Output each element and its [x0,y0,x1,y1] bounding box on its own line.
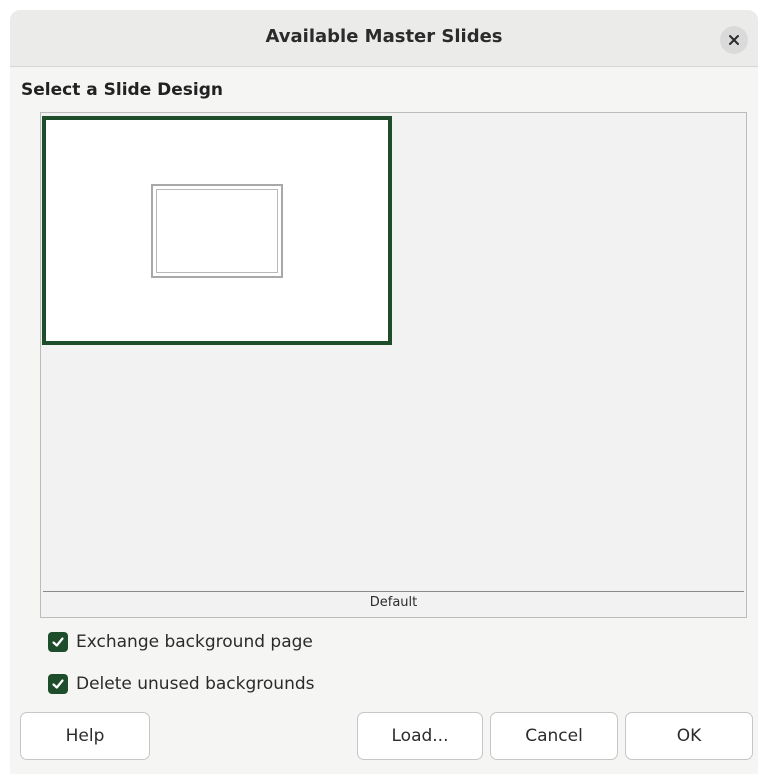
title-bar: Available Master Slides [10,10,758,67]
load-button[interactable]: Load... [357,712,483,760]
exchange-background-option[interactable]: Exchange background page [48,632,313,652]
exchange-background-checkbox[interactable] [48,632,68,652]
checkmark-icon [52,637,64,647]
slide-preview-frame [151,184,283,278]
slide-design-panel[interactable]: Default [40,112,747,618]
panel-separator [43,591,744,592]
help-button[interactable]: Help [20,712,150,760]
delete-unused-label: Delete unused backgrounds [76,674,315,694]
section-label: Select a Slide Design [21,80,224,100]
slide-preview-inner-frame [156,189,278,273]
checkmark-icon [52,679,64,689]
close-icon [729,35,739,45]
slide-design-thumbnail-default[interactable] [42,116,392,345]
delete-unused-option[interactable]: Delete unused backgrounds [48,674,315,694]
delete-unused-checkbox[interactable] [48,674,68,694]
close-button[interactable] [720,26,748,54]
cancel-button[interactable]: Cancel [490,712,618,760]
selected-design-name: Default [369,595,418,610]
exchange-background-label: Exchange background page [76,632,313,652]
dialog-title: Available Master Slides [265,26,503,47]
ok-button[interactable]: OK [625,712,753,760]
master-slides-dialog: Available Master Slides Select a Slide D… [10,10,758,774]
